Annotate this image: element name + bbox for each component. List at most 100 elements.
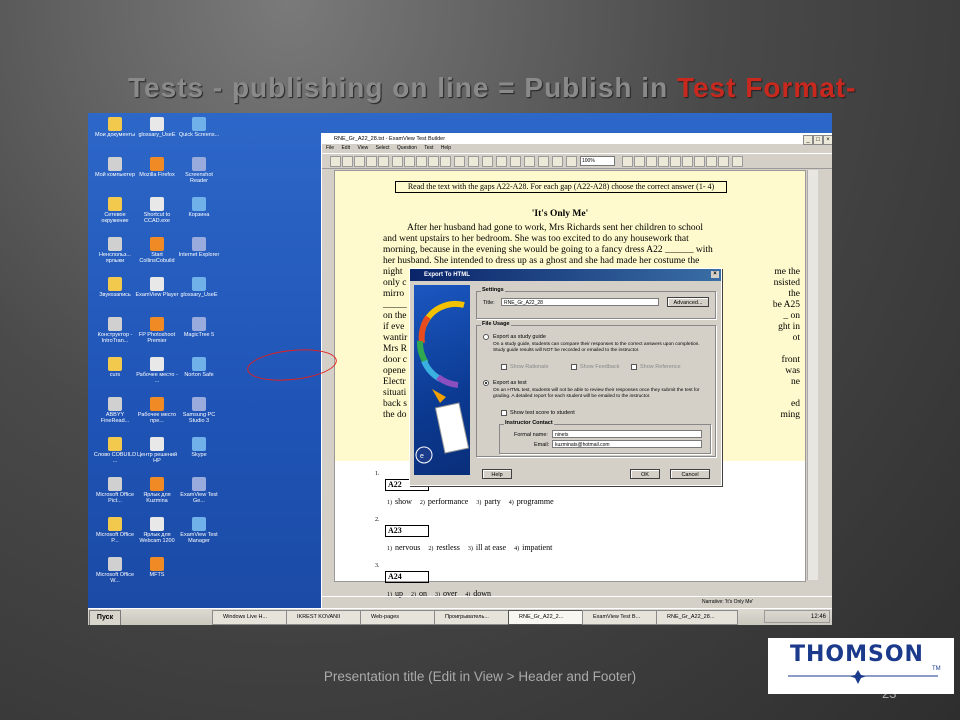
menu-edit[interactable]: Edit: [341, 145, 350, 151]
show-rationale-checkbox[interactable]: [501, 364, 507, 370]
toolbar-button-icon[interactable]: [538, 156, 549, 167]
formal-name-input[interactable]: ninets: [552, 430, 702, 438]
toolbar-button-icon[interactable]: [670, 156, 681, 167]
desktop-icon[interactable]: Рабочее место - ...: [134, 357, 180, 384]
desktop-icon[interactable]: Norton Safe: [176, 357, 222, 378]
close-button[interactable]: ×: [823, 135, 832, 145]
question-id-box[interactable]: A24: [385, 571, 429, 583]
toolbar-button-icon[interactable]: [392, 156, 403, 167]
taskbar-task[interactable]: ExamView Test B...: [582, 610, 664, 625]
taskbar-task[interactable]: RNE_Gr_A22_28...: [656, 610, 738, 625]
show-reference-checkbox[interactable]: [631, 364, 637, 370]
toolbar-button-icon[interactable]: [496, 156, 507, 167]
desktop-icon[interactable]: curs: [92, 357, 138, 378]
desktop-icon[interactable]: glossary_UseE: [134, 117, 180, 138]
desktop-icon[interactable]: Mozilla Firefox: [134, 157, 180, 178]
desktop-icon[interactable]: Мой компьютер: [92, 157, 138, 178]
toolbar-button-icon[interactable]: [682, 156, 693, 167]
desktop-icon[interactable]: Конструктор - IntroTran...: [92, 317, 138, 344]
help-button[interactable]: Help: [482, 469, 512, 479]
option-text[interactable]: nervous: [395, 543, 420, 552]
desktop-icon[interactable]: ExamView Test Ge...: [176, 477, 222, 504]
zoom-select[interactable]: 100%: [580, 156, 615, 166]
desktop-icon[interactable]: ExamView Test Manager: [176, 517, 222, 544]
desktop-icon[interactable]: MFTS: [134, 557, 180, 578]
desktop-icon[interactable]: FP Photoshoot Premier: [134, 317, 180, 344]
option-text[interactable]: programme: [517, 497, 554, 506]
option-text[interactable]: ill at ease: [476, 543, 506, 552]
taskbar-task[interactable]: Windows Live H...: [212, 610, 294, 625]
toolbar-button-icon[interactable]: [330, 156, 341, 167]
toolbar-button-icon[interactable]: [706, 156, 717, 167]
toolbar-button-icon[interactable]: [342, 156, 353, 167]
option-text[interactable]: show: [395, 497, 412, 506]
toolbar-button-icon[interactable]: [658, 156, 669, 167]
study-guide-label[interactable]: Export as study guide: [493, 334, 546, 340]
desktop-icon[interactable]: Microsoft Office P...: [92, 517, 138, 544]
option-text[interactable]: party: [484, 497, 500, 506]
minimize-button[interactable]: _: [803, 135, 813, 145]
question-id-box[interactable]: A23: [385, 525, 429, 537]
menu-question[interactable]: Question: [397, 145, 417, 151]
toolbar-button-icon[interactable]: [732, 156, 743, 167]
desktop-icon[interactable]: Microsoft Office W...: [92, 557, 138, 584]
start-button[interactable]: Пуск: [89, 610, 121, 625]
toolbar-button-icon[interactable]: [694, 156, 705, 167]
desktop-icon[interactable]: Слово COBUILD ...: [92, 437, 138, 464]
toolbar-button-icon[interactable]: [468, 156, 479, 167]
desktop-icon[interactable]: Start CollinsCobuild: [134, 237, 180, 264]
toolbar-button-icon[interactable]: [524, 156, 535, 167]
toolbar-button-icon[interactable]: [404, 156, 415, 167]
toolbar-button-icon[interactable]: [510, 156, 521, 167]
toolbar-button-icon[interactable]: [718, 156, 729, 167]
desktop-icon[interactable]: ABBYY FineRead...: [92, 397, 138, 424]
toolbar-button-icon[interactable]: [622, 156, 633, 167]
toolbar-button-icon[interactable]: [482, 156, 493, 167]
show-feedback-checkbox[interactable]: [571, 364, 577, 370]
option-text[interactable]: impatient: [522, 543, 552, 552]
option-text[interactable]: performance: [428, 497, 468, 506]
desktop-icon[interactable]: Internet Explorer: [176, 237, 222, 258]
desktop-icon[interactable]: Мои документы: [92, 117, 138, 138]
export-test-label[interactable]: Export as test: [493, 380, 527, 386]
ok-button[interactable]: OK: [630, 469, 660, 479]
toolbar-button-icon[interactable]: [454, 156, 465, 167]
menu-select[interactable]: Select: [376, 145, 390, 151]
advanced-button[interactable]: Advanced...: [667, 297, 709, 307]
desktop-icon[interactable]: Shortcut to CCAD.exe: [134, 197, 180, 224]
toolbar-button-icon[interactable]: [646, 156, 657, 167]
vertical-scrollbar[interactable]: [807, 170, 818, 580]
desktop-icon[interactable]: Screenshot Reader: [176, 157, 222, 184]
desktop-icon[interactable]: Корзина: [176, 197, 222, 218]
taskbar-task[interactable]: IKREST KOVANII: [286, 610, 368, 625]
desktop-icon[interactable]: Ярлык для Kuzmina: [134, 477, 180, 504]
email-input[interactable]: kuzminats@hotmail.com: [552, 440, 702, 448]
menu-test[interactable]: Test: [424, 145, 433, 151]
desktop-icon[interactable]: Ярлык для Webcam 1200: [134, 517, 180, 544]
toolbar-button-icon[interactable]: [416, 156, 427, 167]
menu-file[interactable]: File: [326, 145, 334, 151]
toolbar-button-icon[interactable]: [428, 156, 439, 167]
desktop-icon[interactable]: Рабочее место пре...: [134, 397, 180, 424]
study-guide-radio[interactable]: [483, 334, 489, 340]
desktop-icon[interactable]: Сетевое окружение: [92, 197, 138, 224]
toolbar-button-icon[interactable]: [634, 156, 645, 167]
show-score-checkbox[interactable]: [501, 410, 507, 416]
taskbar-task[interactable]: Проигрыватель...: [434, 610, 516, 625]
desktop-icon[interactable]: Центр решений HP: [134, 437, 180, 464]
menu-view[interactable]: View: [357, 145, 368, 151]
toolbar-button-icon[interactable]: [552, 156, 563, 167]
desktop-icon[interactable]: ExamView Player: [134, 277, 180, 298]
menu-help[interactable]: Help: [441, 145, 451, 151]
export-test-radio[interactable]: [483, 380, 489, 386]
taskbar-task[interactable]: RNE_Gr_A22_2...: [508, 610, 590, 625]
desktop-icon[interactable]: Quick Screens...: [176, 117, 222, 138]
option-text[interactable]: restless: [436, 543, 460, 552]
desktop-icon[interactable]: Звукозапись: [92, 277, 138, 298]
toolbar-button-icon[interactable]: [378, 156, 389, 167]
toolbar-button-icon[interactable]: [366, 156, 377, 167]
dialog-close-button[interactable]: ×: [711, 271, 719, 278]
desktop-icon[interactable]: Samsung PC Studio 3: [176, 397, 222, 424]
desktop-icon[interactable]: MagicTree 5: [176, 317, 222, 338]
cancel-button[interactable]: Cancel: [670, 469, 710, 479]
